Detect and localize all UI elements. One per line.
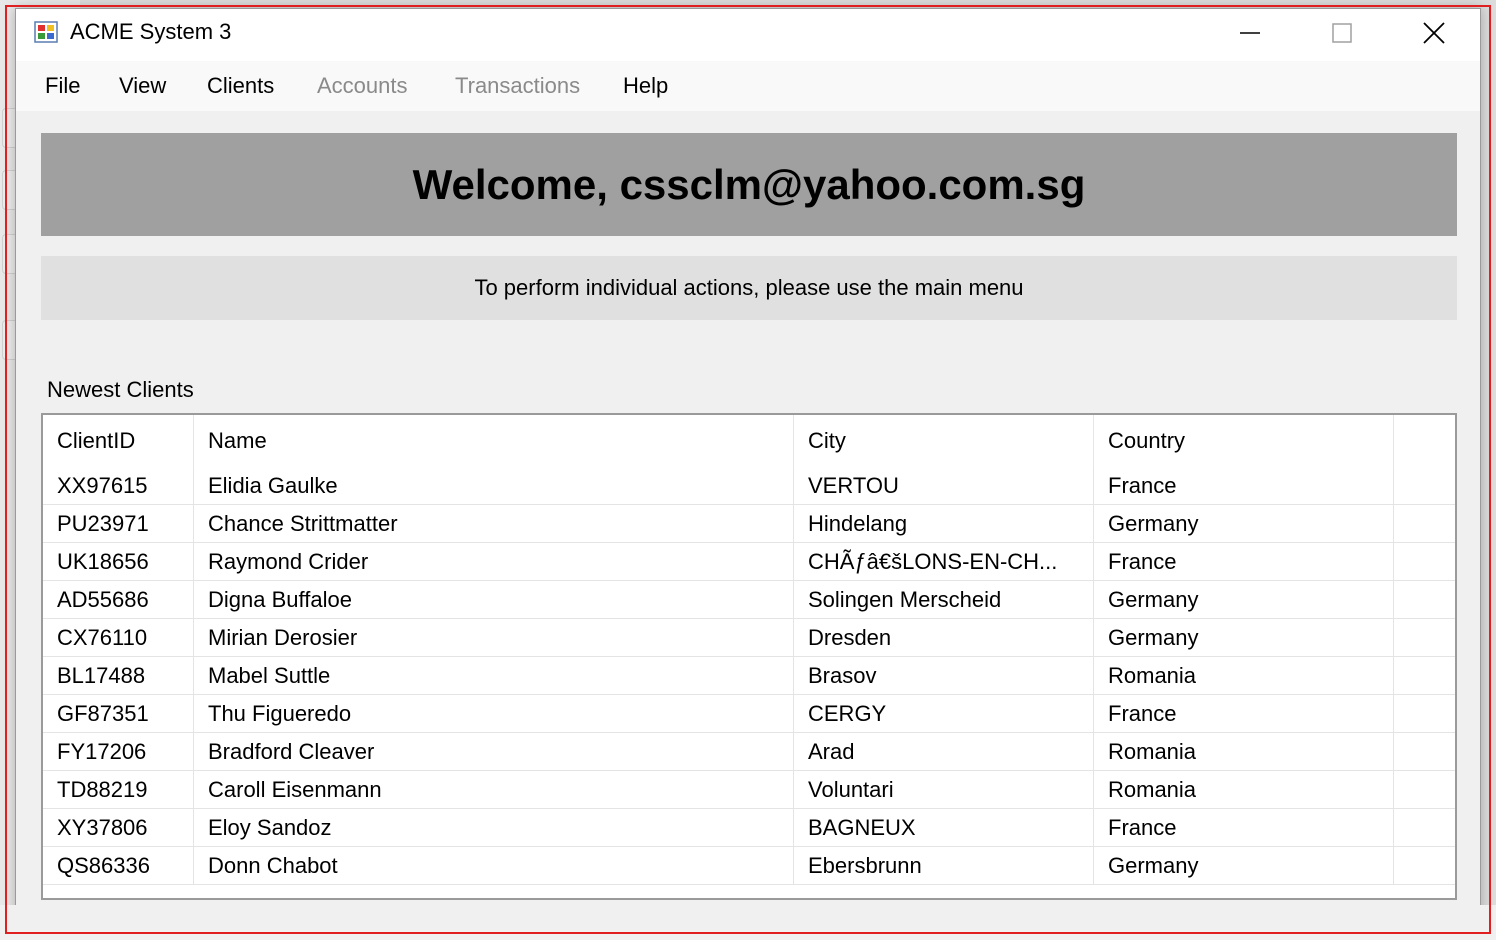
cell-clientid[interactable]: CX76110 <box>43 619 194 656</box>
close-icon <box>1423 22 1445 44</box>
cell-name[interactable]: Chance Strittmatter <box>194 505 794 542</box>
cell-country[interactable]: Romania <box>1094 771 1394 808</box>
cell-filler <box>1394 657 1455 694</box>
cell-country[interactable]: Germany <box>1094 847 1394 884</box>
cell-country[interactable]: France <box>1094 543 1394 580</box>
cell-clientid[interactable]: XX97615 <box>43 467 194 504</box>
cell-clientid[interactable]: BL17488 <box>43 657 194 694</box>
cell-clientid[interactable]: GF87351 <box>43 695 194 732</box>
close-button[interactable] <box>1388 9 1480 57</box>
cell-clientid[interactable]: QS86336 <box>43 847 194 884</box>
cell-name[interactable]: Thu Figueredo <box>194 695 794 732</box>
menu-view[interactable]: View <box>119 73 166 99</box>
cell-filler <box>1394 505 1455 542</box>
cell-filler <box>1394 771 1455 808</box>
cell-clientid[interactable]: FY17206 <box>43 733 194 770</box>
cell-name[interactable]: Elidia Gaulke <box>194 467 794 504</box>
cell-name[interactable]: Eloy Sandoz <box>194 809 794 846</box>
cell-country[interactable]: Germany <box>1094 505 1394 542</box>
cell-country[interactable]: France <box>1094 695 1394 732</box>
cell-filler <box>1394 581 1455 618</box>
cell-country[interactable]: Germany <box>1094 619 1394 656</box>
menu-accounts[interactable]: Accounts <box>317 73 408 99</box>
cell-city[interactable]: Dresden <box>794 619 1094 656</box>
cell-country[interactable]: Romania <box>1094 733 1394 770</box>
cell-city[interactable]: Ebersbrunn <box>794 847 1094 884</box>
cell-city[interactable]: CERGY <box>794 695 1094 732</box>
cell-city[interactable]: CHÃƒâ€šLONS-EN-CH... <box>794 543 1094 580</box>
cell-country[interactable]: France <box>1094 467 1394 504</box>
cell-city[interactable]: Hindelang <box>794 505 1094 542</box>
cell-name[interactable]: Digna Buffaloe <box>194 581 794 618</box>
cell-filler <box>1394 543 1455 580</box>
welcome-banner: Welcome, cssclm@yahoo.com.sg <box>41 133 1457 236</box>
menu-help[interactable]: Help <box>623 73 668 99</box>
menu-transactions[interactable]: Transactions <box>455 73 580 99</box>
info-text: To perform individual actions, please us… <box>474 275 1024 300</box>
table-row[interactable]: UK18656 Raymond Crider CHÃƒâ€šLONS-EN-CH..… <box>43 543 1455 581</box>
cell-filler <box>1394 467 1455 504</box>
cell-city[interactable]: Voluntari <box>794 771 1094 808</box>
cell-name[interactable]: Raymond Crider <box>194 543 794 580</box>
info-banner: To perform individual actions, please us… <box>41 256 1457 320</box>
cell-filler <box>1394 695 1455 732</box>
cell-city[interactable]: Brasov <box>794 657 1094 694</box>
menu-file[interactable]: File <box>45 73 80 99</box>
table-row[interactable]: TD88219 Caroll Eisenmann Voluntari Romania <box>43 771 1455 809</box>
maximize-icon <box>1332 23 1352 43</box>
table-row[interactable]: CX76110 Mirian Derosier Dresden Germany <box>43 619 1455 657</box>
cell-clientid[interactable]: PU23971 <box>43 505 194 542</box>
cell-city[interactable]: BAGNEUX <box>794 809 1094 846</box>
grid-body: XX97615 Elidia Gaulke VERTOU France PU23971 C… <box>43 467 1455 885</box>
cell-country[interactable]: Romania <box>1094 657 1394 694</box>
minimize-button[interactable] <box>1204 9 1296 57</box>
menu-clients[interactable]: Clients <box>207 73 274 99</box>
table-row[interactable]: FY17206 Bradford Cleaver Arad Romania <box>43 733 1455 771</box>
cell-country[interactable]: France <box>1094 809 1394 846</box>
column-header-name[interactable]: Name <box>194 415 794 467</box>
cell-clientid[interactable]: UK18656 <box>43 543 194 580</box>
table-row[interactable]: QS86336 Donn Chabot Ebersbrunn Germany <box>43 847 1455 885</box>
column-header-clientid[interactable]: ClientID <box>43 415 194 467</box>
table-row[interactable]: XY37806 Eloy Sandoz BAGNEUX France <box>43 809 1455 847</box>
column-header-country[interactable]: Country <box>1094 415 1394 467</box>
table-row[interactable]: GF87351 Thu Figueredo CERGY France <box>43 695 1455 733</box>
title-bar[interactable]: ACME System 3 <box>16 9 1480 61</box>
cell-clientid[interactable]: TD88219 <box>43 771 194 808</box>
cell-filler <box>1394 809 1455 846</box>
table-row[interactable]: XX97615 Elidia Gaulke VERTOU France <box>43 467 1455 505</box>
cell-city[interactable]: Solingen Merscheid <box>794 581 1094 618</box>
minimize-icon <box>1240 32 1260 34</box>
main-window: ACME System 3 File View Clients Accounts… <box>15 8 1481 924</box>
cell-name[interactable]: Caroll Eisenmann <box>194 771 794 808</box>
app-icon <box>34 21 58 43</box>
table-row[interactable]: AD55686 Digna Buffaloe Solingen Merscheid G… <box>43 581 1455 619</box>
cell-city[interactable]: VERTOU <box>794 467 1094 504</box>
background-document-strip <box>0 905 1496 940</box>
newest-clients-label: Newest Clients <box>47 377 194 402</box>
cell-name[interactable]: Bradford Cleaver <box>194 733 794 770</box>
grid-header: ClientID Name City Country <box>43 415 1395 467</box>
cell-name[interactable]: Donn Chabot <box>194 847 794 884</box>
table-row[interactable]: PU23971 Chance Strittmatter Hindelang Germa… <box>43 505 1455 543</box>
cell-filler <box>1394 619 1455 656</box>
column-header-city[interactable]: City <box>794 415 1094 467</box>
clients-grid[interactable]: ClientID Name City Country XX97615 Elidia… <box>41 413 1457 900</box>
window-title: ACME System 3 <box>70 19 232 44</box>
welcome-text: Welcome, cssclm@yahoo.com.sg <box>412 160 1086 208</box>
cell-clientid[interactable]: AD55686 <box>43 581 194 618</box>
cell-name[interactable]: Mabel Suttle <box>194 657 794 694</box>
table-row[interactable]: BL17488 Mabel Suttle Brasov Romania <box>43 657 1455 695</box>
menu-bar: File View Clients Accounts Transactions … <box>16 61 1480 111</box>
cell-name[interactable]: Mirian Derosier <box>194 619 794 656</box>
cell-city[interactable]: Arad <box>794 733 1094 770</box>
maximize-button[interactable] <box>1296 9 1388 57</box>
cell-country[interactable]: Germany <box>1094 581 1394 618</box>
cell-clientid[interactable]: XY37806 <box>43 809 194 846</box>
cell-filler <box>1394 733 1455 770</box>
cell-filler <box>1394 847 1455 884</box>
